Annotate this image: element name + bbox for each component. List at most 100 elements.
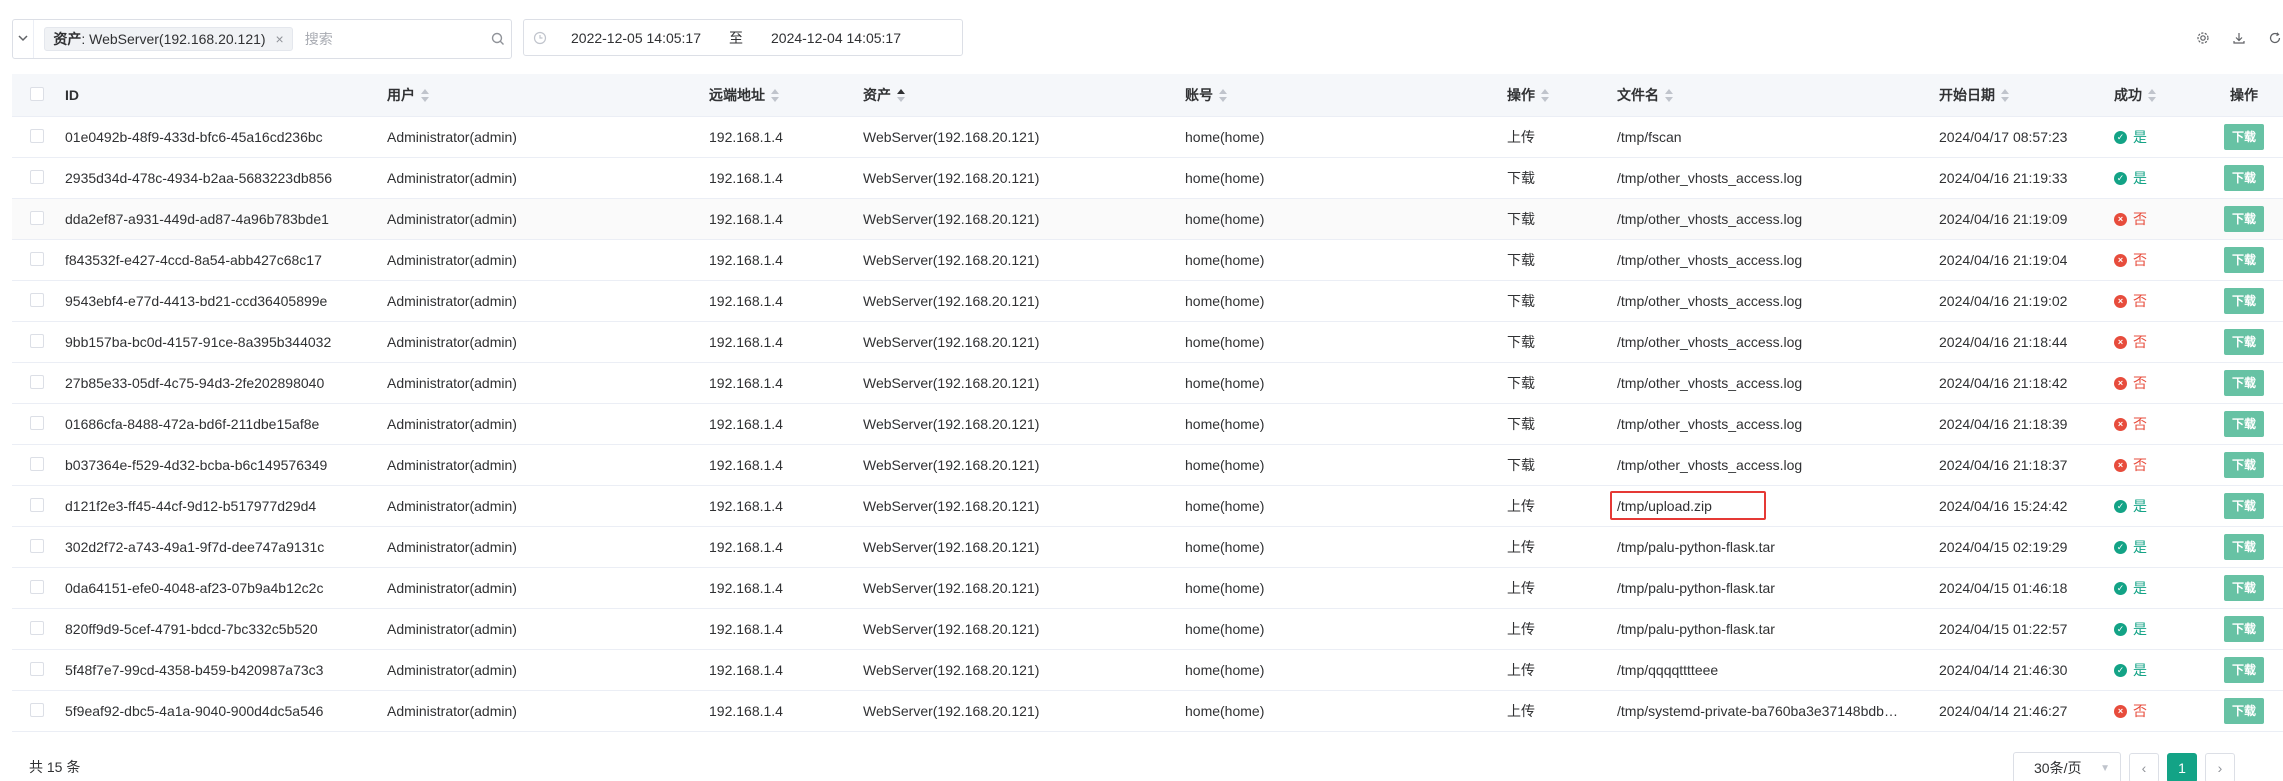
- row-checkbox[interactable]: [30, 456, 44, 471]
- row-checkbox[interactable]: [30, 661, 44, 676]
- download-button[interactable]: 下载: [2224, 575, 2264, 601]
- table-row[interactable]: 820ff9d9-5cef-4791-bdcd-7bc332c5b520 Admi…: [12, 609, 2283, 650]
- cell-actions: 下载: [2214, 698, 2274, 724]
- row-select[interactable]: [12, 169, 65, 187]
- cell-actions: 下载: [2214, 329, 2274, 355]
- download-button[interactable]: 下载: [2224, 698, 2264, 724]
- search-icon[interactable]: [486, 32, 511, 46]
- page-size-select[interactable]: 30条/页 ▼: [2013, 752, 2121, 781]
- sort-icon[interactable]: [2001, 89, 2011, 103]
- download-button[interactable]: 下载: [2224, 657, 2264, 683]
- column-header-filename[interactable]: 文件名: [1617, 85, 1939, 105]
- sort-icon[interactable]: [2148, 89, 2158, 103]
- row-checkbox[interactable]: [30, 169, 44, 184]
- download-button[interactable]: 下载: [2224, 206, 2264, 232]
- table-row[interactable]: 27b85e33-05df-4c75-94d3-2fe202898040 Admi…: [12, 363, 2283, 404]
- download-button[interactable]: 下载: [2224, 165, 2264, 191]
- download-button[interactable]: 下载: [2224, 452, 2264, 478]
- row-checkbox[interactable]: [30, 497, 44, 512]
- sort-icon[interactable]: [421, 89, 431, 103]
- row-select[interactable]: [12, 661, 65, 679]
- row-checkbox[interactable]: [30, 374, 44, 389]
- table-row[interactable]: d121f2e3-ff45-44cf-9d12-b517977d29d4 Admi…: [12, 486, 2283, 527]
- date-end-input[interactable]: 2024-12-04 14:05:17: [756, 30, 916, 46]
- filter-search-box[interactable]: 资产 : WebServer(192.168.20.121) ×: [12, 19, 512, 59]
- page-button-1[interactable]: 1: [2167, 753, 2197, 781]
- table-row[interactable]: 9543ebf4-e77d-4413-bd21-ccd36405899e Admi…: [12, 281, 2283, 322]
- row-select[interactable]: [12, 620, 65, 638]
- row-select[interactable]: [12, 702, 65, 720]
- date-start-input[interactable]: 2022-12-05 14:05:17: [556, 30, 716, 46]
- row-select[interactable]: [12, 579, 65, 597]
- table-row[interactable]: 01686cfa-8488-472a-bd6f-211dbe15af8e Admi…: [12, 404, 2283, 445]
- refresh-icon[interactable]: [2267, 30, 2283, 46]
- column-header-asset[interactable]: 资产: [863, 85, 1185, 105]
- sort-icon[interactable]: [771, 89, 781, 103]
- table-row[interactable]: 2935d34d-478c-4934-b2aa-5683223db856 Admi…: [12, 158, 2283, 199]
- download-button[interactable]: 下载: [2224, 493, 2264, 519]
- row-checkbox[interactable]: [30, 702, 44, 717]
- row-select[interactable]: [12, 374, 65, 392]
- cell-success: ✓ 是: [2114, 496, 2214, 517]
- row-select[interactable]: [12, 251, 65, 269]
- search-input[interactable]: [304, 31, 486, 47]
- sort-icon[interactable]: [1665, 89, 1675, 103]
- table-row[interactable]: b037364e-f529-4d32-bcba-b6c149576349 Admi…: [12, 445, 2283, 486]
- column-header-account[interactable]: 账号: [1185, 85, 1507, 105]
- sort-icon[interactable]: [1219, 89, 1229, 103]
- download-button[interactable]: 下载: [2224, 288, 2264, 314]
- row-checkbox[interactable]: [30, 128, 44, 143]
- table-row[interactable]: 0da64151-efe0-4048-af23-07b9a4b12c2c Admi…: [12, 568, 2283, 609]
- row-checkbox[interactable]: [30, 579, 44, 594]
- row-checkbox[interactable]: [30, 415, 44, 430]
- row-checkbox[interactable]: [30, 210, 44, 225]
- header-select-all[interactable]: [12, 86, 65, 104]
- cell-remote: 192.168.1.4: [709, 211, 783, 227]
- sort-icon[interactable]: [897, 89, 907, 103]
- row-select[interactable]: [12, 497, 65, 515]
- download-icon[interactable]: [2231, 30, 2247, 46]
- column-header-success[interactable]: 成功: [2114, 85, 2214, 105]
- table-row[interactable]: 9bb157ba-bc0d-4157-91ce-8a395b344032 Admi…: [12, 322, 2283, 363]
- settings-icon[interactable]: [2195, 30, 2211, 46]
- sort-icon[interactable]: [1541, 89, 1551, 103]
- column-header-remote[interactable]: 远端地址: [709, 85, 863, 105]
- table-row[interactable]: 01e0492b-48f9-433d-bfc6-45a16cd236bc Admi…: [12, 117, 2283, 158]
- cell-remote: 192.168.1.4: [709, 252, 783, 268]
- row-select[interactable]: [12, 333, 65, 351]
- download-button[interactable]: 下载: [2224, 411, 2264, 437]
- table-row[interactable]: dda2ef87-a931-449d-ad87-4a96b783bde1 Admi…: [12, 199, 2283, 240]
- row-select[interactable]: [12, 210, 65, 228]
- download-button[interactable]: 下载: [2224, 329, 2264, 355]
- column-header-start-date[interactable]: 开始日期: [1939, 85, 2114, 105]
- cell-asset: WebServer(192.168.20.121): [863, 293, 1040, 309]
- close-icon[interactable]: ×: [276, 31, 284, 47]
- filter-dropdown-toggle[interactable]: [13, 20, 35, 58]
- table-row[interactable]: 302d2f72-a743-49a1-9f7d-dee747a9131c Admi…: [12, 527, 2283, 568]
- row-checkbox[interactable]: [30, 333, 44, 348]
- cell-id: 302d2f72-a743-49a1-9f7d-dee747a9131c: [65, 539, 325, 555]
- row-select[interactable]: [12, 292, 65, 310]
- row-select[interactable]: [12, 415, 65, 433]
- table-row[interactable]: f843532f-e427-4ccd-8a54-abb427c68c17 Admi…: [12, 240, 2283, 281]
- table-row[interactable]: 5f9eaf92-dbc5-4a1a-9040-900d4dc5a546 Admi…: [12, 691, 2283, 732]
- prev-page-button[interactable]: ‹: [2129, 753, 2159, 781]
- row-checkbox[interactable]: [30, 251, 44, 266]
- next-page-button[interactable]: ›: [2205, 753, 2235, 781]
- download-button[interactable]: 下载: [2224, 124, 2264, 150]
- download-button[interactable]: 下载: [2224, 370, 2264, 396]
- row-checkbox[interactable]: [30, 538, 44, 553]
- download-button[interactable]: 下载: [2224, 616, 2264, 642]
- date-range-picker[interactable]: 2022-12-05 14:05:17 至 2024-12-04 14:05:1…: [523, 19, 963, 56]
- column-header-user[interactable]: 用户: [387, 85, 709, 105]
- download-button[interactable]: 下载: [2224, 534, 2264, 560]
- download-button[interactable]: 下载: [2224, 247, 2264, 273]
- row-select[interactable]: [12, 128, 65, 146]
- select-all-checkbox[interactable]: [30, 86, 44, 101]
- table-row[interactable]: 5f48f7e7-99cd-4358-b459-b420987a73c3 Admi…: [12, 650, 2283, 691]
- row-checkbox[interactable]: [30, 292, 44, 307]
- column-header-operation[interactable]: 操作: [1507, 85, 1617, 105]
- row-checkbox[interactable]: [30, 620, 44, 635]
- row-select[interactable]: [12, 538, 65, 556]
- row-select[interactable]: [12, 456, 65, 474]
